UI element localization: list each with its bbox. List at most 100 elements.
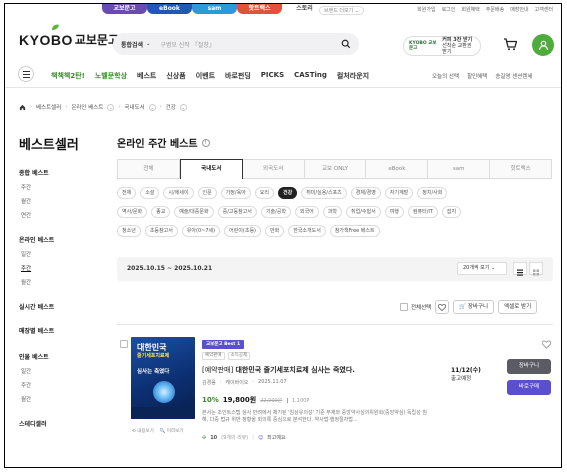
genre-chip[interactable]: 참가책Free 베스트 <box>329 225 380 237</box>
genre-chip[interactable]: 예술/대중문화 <box>174 206 214 218</box>
brand-more-dropdown[interactable]: 브랜드 더보기 ⌄ <box>319 6 364 15</box>
wishlist-button[interactable] <box>435 300 450 314</box>
sidebar-section-online[interactable]: 온라인 베스트 <box>19 235 54 244</box>
book-cover[interactable]: 대한민국 줄기세포치료제 심사는 축였다 <box>131 337 195 419</box>
chevron-down-icon[interactable]: ⌄ <box>107 103 115 111</box>
sidebar-section-total[interactable]: 종합 베스트 <box>19 168 49 177</box>
tab-ebook[interactable]: eBook <box>366 159 429 179</box>
heart-icon[interactable] <box>542 340 551 349</box>
home-icon[interactable] <box>19 104 26 111</box>
genre-chip[interactable]: 유아(0~7세) <box>181 225 221 237</box>
tab-domestic[interactable]: 국내도서 <box>179 159 243 179</box>
chevron-down-icon[interactable]: ⌄ <box>179 103 187 111</box>
add-to-cart-button[interactable]: 장바구니 <box>507 359 551 374</box>
menu-icon[interactable] <box>18 66 34 82</box>
sidebar-section-store[interactable]: 매장별 베스트 <box>19 326 54 335</box>
top-nav-support[interactable]: 고객센터 <box>535 6 553 13</box>
genre-chip[interactable]: 컴퓨터/IT <box>407 206 438 218</box>
sidebar-section-realtime[interactable]: 실시간 베스트 <box>19 302 54 311</box>
sidebar-item-total-weekly[interactable]: 주간 <box>21 183 31 191</box>
genre-chip[interactable]: 청소년 <box>117 225 141 237</box>
genre-chip[interactable]: 정치/사회 <box>417 187 448 199</box>
breadcrumb-domestic[interactable]: 국내도서 <box>124 103 144 111</box>
tab-hottracks[interactable]: 핫트랙스 <box>490 159 553 179</box>
brand-tab-ebook[interactable]: eBook <box>147 4 192 14</box>
genre-chip[interactable]: 경제/경영 <box>350 187 381 199</box>
genre-chip[interactable]: 가정/육아 <box>220 187 251 199</box>
genre-chip[interactable]: 기술/공학 <box>260 206 291 218</box>
info-icon[interactable]: ! <box>201 138 210 147</box>
sidebar-item-online-monthly[interactable]: 월간 <box>21 278 31 286</box>
tab-all[interactable]: 전체 <box>117 159 180 179</box>
genre-chip[interactable]: 여행 <box>384 206 404 218</box>
genre-chip[interactable]: 건강 <box>278 187 298 199</box>
sidebar-item-online-weekly[interactable]: 주간 <box>21 264 31 272</box>
genre-chip[interactable]: 잡지 <box>441 206 462 218</box>
brand-tab-hottracks[interactable]: 핫트랙스 <box>237 4 282 14</box>
genre-chip[interactable]: 취업/수험서 <box>346 206 381 218</box>
genre-chip[interactable]: 외국어 <box>294 206 319 218</box>
genre-chip[interactable]: 과학 <box>322 206 342 218</box>
brand-tab-sam[interactable]: sam <box>192 4 237 14</box>
top-nav-benefits[interactable]: 회원혜택 <box>461 6 479 13</box>
tab-sam[interactable]: sam <box>428 159 491 179</box>
gnb-item-nobel[interactable]: 노벨문학상 <box>95 71 127 81</box>
chevron-down-icon[interactable]: ⌄ <box>148 103 156 111</box>
top-nav-login[interactable]: 로그인 <box>442 6 456 13</box>
sidebar-section-person[interactable]: 인물 베스트 <box>19 352 49 361</box>
gnb-item-event[interactable]: 책책책2탄! <box>51 71 85 81</box>
search-bar[interactable]: 통합검색 ⌄ 구병모 신작 『절창』 <box>113 33 359 55</box>
excel-download-button[interactable]: 엑셀로 받기 <box>498 300 538 314</box>
breadcrumb-online-best[interactable]: 온라인 베스트 <box>71 103 103 111</box>
genre-chip[interactable]: 자기계발 <box>384 187 414 199</box>
genre-chip[interactable]: 인문 <box>197 187 217 199</box>
preview-link[interactable]: 🔍 미리보기 <box>160 428 184 434</box>
genre-chip[interactable]: 전체 <box>117 187 137 199</box>
genre-chip[interactable]: 취미/실용/스포츠 <box>301 187 347 199</box>
sidebar-section-steady[interactable]: 스테디셀러 <box>19 419 47 428</box>
gnb-right-discount[interactable]: 할인혜택 <box>467 72 487 80</box>
page-size-select[interactable]: 20개씩 보기 ⌄ <box>457 262 507 275</box>
sidebar-item-online-daily[interactable]: 일간 <box>21 250 31 258</box>
gnb-right-author[interactable]: 송길영 센션렌세 <box>495 72 532 80</box>
sidebar-item-person-weekly[interactable]: 주간 <box>21 381 31 389</box>
user-avatar-button[interactable] <box>532 34 554 56</box>
top-nav-orders[interactable]: 주문배송 <box>486 6 504 13</box>
genre-chip[interactable]: 만화 <box>265 225 285 237</box>
gnb-item-casting[interactable]: CASTing <box>294 71 327 81</box>
gnb-item-new[interactable]: 신상품 <box>166 71 185 81</box>
breadcrumb-health[interactable]: 건강 <box>166 103 176 111</box>
search-input[interactable]: 구병모 신작 『절창』 <box>160 40 341 49</box>
genre-chip[interactable]: 시/에세이 <box>163 187 194 199</box>
promo-banner[interactable]: KYOBO 교보문고 커피 3잔 받기 선착순 교환권 받기 <box>403 36 481 56</box>
gnb-item-culture[interactable]: 컬처라운지 <box>337 71 369 81</box>
genre-chip[interactable]: 소설 <box>140 187 160 199</box>
cart-icon[interactable] <box>503 38 517 51</box>
buy-now-button[interactable]: 바로구매 <box>507 380 551 395</box>
product-checkbox[interactable] <box>120 340 128 348</box>
sidebar-item-person-monthly[interactable]: 월간 <box>21 395 31 403</box>
tab-kyobo-only[interactable]: 교보 ONLY <box>304 159 367 179</box>
genre-chip[interactable]: 역사/문화 <box>117 206 148 218</box>
product-review[interactable]: ✣ 10 (9개의 리뷰) | ☺ 최고예요 <box>202 434 286 442</box>
add-to-cart-all-button[interactable]: 🛒 장바구니 <box>453 300 495 314</box>
genre-chip[interactable]: 한국소개도서 <box>288 225 326 237</box>
genre-chip[interactable]: 요리 <box>254 187 274 199</box>
brand-tab-kyobo[interactable]: 교보문고 <box>102 4 147 14</box>
genre-chip[interactable]: 어린이(초등) <box>224 225 261 237</box>
select-all-checkbox[interactable]: 전체선택 <box>400 303 431 311</box>
sidebar-item-total-yearly[interactable]: 연간 <box>21 211 31 219</box>
search-icon[interactable] <box>341 39 351 49</box>
gnb-item-funding[interactable]: 바로펀딩 <box>225 71 251 81</box>
product-author[interactable]: 김경음 <box>202 379 216 386</box>
list-view-button[interactable] <box>513 262 527 276</box>
gnb-item-picks[interactable]: PICKS <box>261 71 284 81</box>
sidebar-item-person-daily[interactable]: 일간 <box>21 367 31 375</box>
genre-chip[interactable]: 중/고등참고서 <box>217 206 257 218</box>
gnb-item-best[interactable]: 베스트 <box>137 71 156 81</box>
cover-link-preview[interactable]: ⟲ 내용보기 <box>132 428 154 434</box>
sidebar-item-total-monthly[interactable]: 월간 <box>21 197 31 205</box>
product-title[interactable]: [예약판매] 대한민국 줄기세포치료제 심사는 죽였다. <box>202 365 355 375</box>
top-nav-signup[interactable]: 회원가입 <box>417 6 435 13</box>
gnb-item-events[interactable]: 이벤트 <box>196 71 215 81</box>
